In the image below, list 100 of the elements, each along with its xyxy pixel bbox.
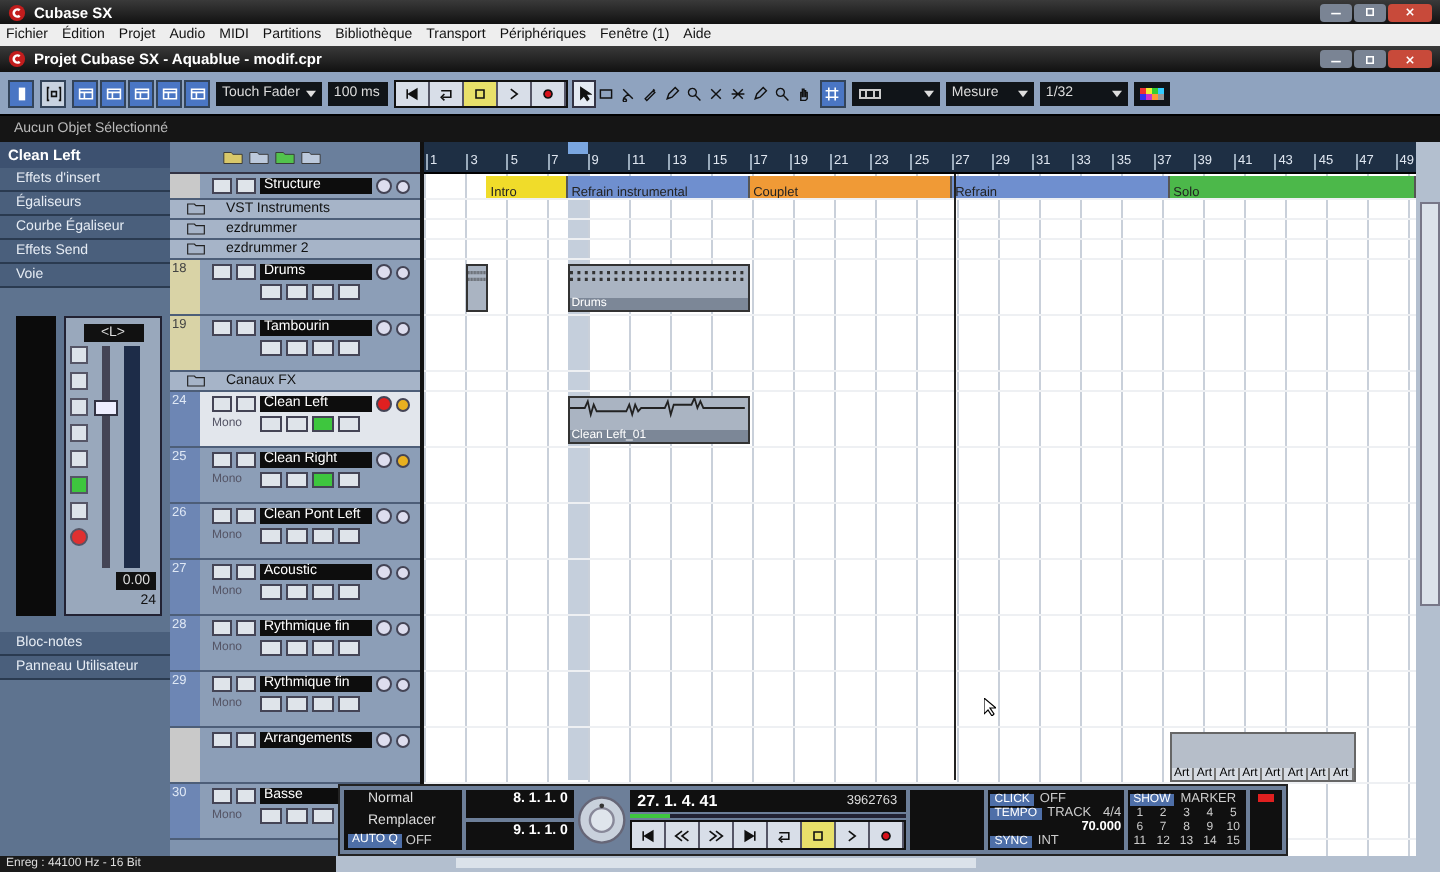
mute-button[interactable]	[212, 676, 232, 692]
solo-button[interactable]	[236, 320, 256, 336]
cycle-button[interactable]	[767, 822, 802, 848]
read-button[interactable]	[260, 472, 282, 488]
mute-button[interactable]	[212, 564, 232, 580]
jog-wheel-icon[interactable]	[577, 796, 626, 844]
mute-button[interactable]	[212, 396, 232, 412]
forward-button[interactable]	[699, 822, 734, 848]
read-button[interactable]	[260, 416, 282, 432]
close-button[interactable]	[1388, 50, 1432, 68]
record-button[interactable]	[531, 81, 566, 105]
monitor-button[interactable]	[396, 509, 410, 523]
inspector-toggle-button[interactable]	[8, 79, 34, 107]
mute-button[interactable]	[212, 788, 232, 804]
monitor-button[interactable]	[396, 453, 410, 467]
mute-button[interactable]	[212, 452, 232, 468]
read-button[interactable]	[260, 808, 282, 824]
monitor-button[interactable]	[396, 677, 410, 691]
solo-button[interactable]	[236, 452, 256, 468]
solo-button[interactable]	[236, 396, 256, 412]
to-start-button[interactable]	[631, 822, 666, 848]
monitor-toggle-button[interactable]	[312, 696, 334, 712]
monitor-toggle-button[interactable]	[312, 808, 334, 824]
lane-button[interactable]	[338, 696, 360, 712]
playhead-line[interactable]	[953, 174, 956, 780]
record-enable-button[interactable]	[376, 620, 392, 636]
mute-button[interactable]	[212, 732, 232, 748]
monitor-button[interactable]	[396, 397, 410, 411]
record-enable-button[interactable]	[376, 732, 392, 748]
record-enable-button[interactable]	[376, 396, 392, 412]
write-button[interactable]	[286, 416, 308, 432]
draw-tool-button[interactable]	[749, 81, 770, 105]
maximize-button[interactable]	[1354, 3, 1386, 21]
monitor-button[interactable]	[396, 621, 410, 635]
locator-range[interactable]	[567, 142, 588, 154]
solo-button[interactable]	[236, 508, 256, 524]
solo-button[interactable]	[236, 620, 256, 636]
mute-button[interactable]	[212, 620, 232, 636]
solo-button[interactable]	[236, 788, 256, 804]
monitor-toggle-button[interactable]	[312, 584, 334, 600]
monitor-button[interactable]	[396, 565, 410, 579]
monitor-toggle-button[interactable]	[312, 472, 334, 488]
view-toggle-button[interactable]	[128, 79, 154, 107]
write-button[interactable]	[286, 528, 308, 544]
arrow-tool-button[interactable]	[573, 81, 594, 105]
monitor-button[interactable]	[396, 179, 410, 193]
monitor-button[interactable]	[396, 321, 410, 335]
rewind-button[interactable]	[665, 822, 700, 848]
monitor-button[interactable]	[396, 733, 410, 747]
monitor-toggle-button[interactable]	[312, 528, 334, 544]
maximize-button[interactable]	[1354, 50, 1386, 68]
solo-button[interactable]	[236, 178, 256, 194]
monitor-toggle-button[interactable]	[312, 284, 334, 300]
lane-button[interactable]	[338, 584, 360, 600]
read-button[interactable]	[260, 584, 282, 600]
snap-mode-dropdown[interactable]	[851, 81, 940, 105]
write-button[interactable]	[286, 696, 308, 712]
mute-button[interactable]	[212, 264, 232, 280]
midi-part[interactable]	[466, 264, 489, 312]
solo-button[interactable]	[236, 564, 256, 580]
record-enable-button[interactable]	[376, 452, 392, 468]
lane-button[interactable]	[338, 640, 360, 656]
scrollbar-thumb[interactable]	[456, 858, 976, 868]
write-button[interactable]	[286, 472, 308, 488]
draw-tool-button[interactable]	[661, 81, 682, 105]
record-enable-button[interactable]	[376, 564, 392, 580]
solo-button[interactable]	[236, 732, 256, 748]
play-button[interactable]	[835, 822, 870, 848]
stop-button[interactable]	[801, 822, 836, 848]
play-button[interactable]	[497, 81, 532, 105]
cycle-button[interactable]	[429, 81, 464, 105]
lane-button[interactable]	[338, 340, 360, 356]
mute-button[interactable]	[212, 178, 232, 194]
lane-button[interactable]	[338, 416, 360, 432]
snap-button[interactable]	[819, 79, 846, 107]
solo-button[interactable]	[236, 676, 256, 692]
monitor-toggle-button[interactable]	[312, 416, 334, 432]
view-toggle-button[interactable]	[100, 79, 126, 107]
read-button[interactable]	[260, 340, 282, 356]
monitor-toggle-button[interactable]	[312, 640, 334, 656]
scrollbar-thumb[interactable]	[1420, 202, 1440, 606]
read-button[interactable]	[260, 284, 282, 300]
color-picker-button[interactable]	[1133, 81, 1170, 105]
view-toggle-button[interactable]	[184, 79, 210, 107]
record-enable-button[interactable]	[376, 264, 392, 280]
view-toggle-button[interactable]	[72, 79, 98, 107]
solo-button[interactable]	[236, 264, 256, 280]
read-button[interactable]	[260, 696, 282, 712]
stop-button[interactable]	[463, 81, 498, 105]
write-button[interactable]	[286, 340, 308, 356]
read-button[interactable]	[260, 640, 282, 656]
constrain-button[interactable]	[40, 79, 66, 107]
minimize-button[interactable]	[1320, 3, 1352, 21]
to-end-button[interactable]	[733, 822, 768, 848]
horizontal-scrollbar[interactable]	[336, 856, 1440, 872]
write-button[interactable]	[286, 808, 308, 824]
monitor-toggle-button[interactable]	[312, 340, 334, 356]
write-button[interactable]	[286, 584, 308, 600]
view-toggle-button[interactable]	[156, 79, 182, 107]
record-enable-button[interactable]	[376, 508, 392, 524]
